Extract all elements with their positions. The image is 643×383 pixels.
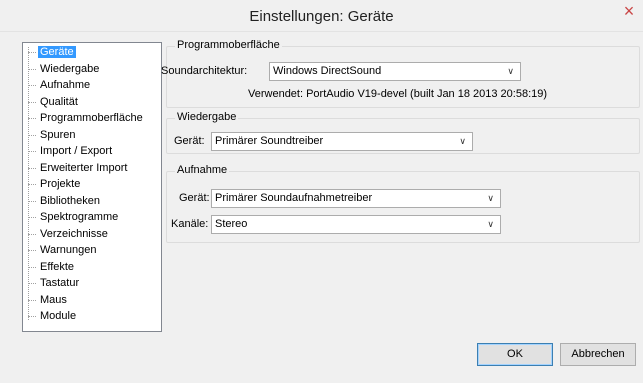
host-select[interactable]: Windows DirectSound ∨ — [269, 62, 521, 81]
tree-item-9[interactable]: Bibliotheken — [23, 193, 161, 210]
tree-item-label: Import / Export — [40, 145, 113, 157]
tree-item-0[interactable]: Geräte — [23, 44, 161, 61]
tree-item-label: Wiedergabe — [40, 62, 100, 75]
tree-item-6[interactable]: Import / Export — [23, 143, 161, 160]
tree-item-11[interactable]: Verzeichnisse — [23, 226, 161, 243]
playback-device-value: Primärer Soundtreiber — [215, 135, 324, 147]
channels-value: Stereo — [215, 218, 248, 230]
tree-item-4[interactable]: Programmoberfläche — [23, 110, 161, 127]
tree-item-label: Aufnahme — [40, 79, 91, 91]
tree-item-label: Spuren — [40, 128, 76, 141]
tree-item-1[interactable]: Wiedergabe — [23, 61, 161, 78]
tree-item-label: Projekte — [40, 178, 81, 190]
tree-item-10[interactable]: Spektrogramme — [23, 209, 161, 226]
tree-item-label: Programmoberfläche — [40, 112, 143, 124]
interface-group-title: Programmoberfläche — [175, 39, 282, 51]
recording-device-value: Primärer Soundaufnahmetreiber — [215, 192, 373, 204]
chevron-down-icon: ∨ — [487, 193, 494, 203]
dialog-body: Geräte Wiedergabe Aufnahme Qualität Programm… — [0, 32, 643, 383]
channels-label: Kanäle: — [171, 218, 209, 230]
playback-group: Wiedergabe Gerät: Primärer Soundtreiber … — [166, 111, 640, 154]
tree-item-label: Spektrogramme — [40, 211, 119, 223]
tree-item-8[interactable]: Projekte — [23, 176, 161, 193]
window-title: Einstellungen: Geräte — [249, 8, 394, 25]
recording-group: Aufnahme Gerät: Primärer Soundaufnahmetr… — [166, 164, 640, 243]
recording-device-select[interactable]: Primärer Soundaufnahmetreiber ∨ — [211, 189, 501, 208]
tree-item-label: Erweiterter Import — [40, 161, 128, 174]
playback-device-label: Gerät: — [174, 135, 205, 147]
recording-device-label: Gerät: — [179, 192, 210, 204]
title-bar: Einstellungen: Geräte × — [0, 0, 643, 32]
tree-item-label: Tastatur — [40, 277, 80, 289]
tree-item-3[interactable]: Qualität — [23, 94, 161, 111]
tree-item-label: Maus — [40, 293, 67, 306]
tree-item-label: Effekte — [40, 260, 75, 273]
chevron-down-icon: ∨ — [507, 66, 514, 76]
playback-device-select[interactable]: Primärer Soundtreiber ∨ — [211, 132, 473, 151]
recording-group-title: Aufnahme — [175, 164, 230, 176]
host-select-value: Windows DirectSound — [273, 65, 382, 77]
using-label: Verwendet: PortAudio V19-devel (built Ja… — [248, 88, 548, 100]
chevron-down-icon: ∨ — [487, 219, 494, 229]
tree-item-label: Warnungen — [40, 244, 97, 256]
tree-item-16[interactable]: Module — [23, 308, 161, 325]
tree-item-5[interactable]: Spuren — [23, 127, 161, 144]
channels-select[interactable]: Stereo ∨ — [211, 215, 501, 234]
tree-item-label: Qualität — [40, 95, 78, 108]
interface-group: Programmoberfläche Soundarchitektur: Win… — [161, 39, 640, 108]
cancel-button[interactable]: Abbrechen — [560, 343, 636, 366]
tree-item-7[interactable]: Erweiterter Import — [23, 160, 161, 177]
playback-group-title: Wiedergabe — [175, 111, 239, 123]
host-label: Soundarchitektur: — [161, 65, 248, 77]
tree-item-2[interactable]: Aufnahme — [23, 77, 161, 94]
close-icon[interactable]: × — [619, 2, 639, 22]
preferences-tree[interactable]: Geräte Wiedergabe Aufnahme Qualität Programm… — [22, 42, 162, 332]
tree-item-14[interactable]: Tastatur — [23, 275, 161, 292]
ok-button[interactable]: OK — [477, 343, 553, 366]
tree-item-13[interactable]: Effekte — [23, 259, 161, 276]
tree-item-label: Module — [40, 310, 77, 322]
tree-item-label: Geräte — [38, 46, 76, 58]
tree-item-15[interactable]: Maus — [23, 292, 161, 309]
chevron-down-icon: ∨ — [459, 136, 466, 146]
tree-item-label: Verzeichnisse — [40, 227, 108, 240]
tree-item-label: Bibliotheken — [40, 194, 100, 207]
tree-item-12[interactable]: Warnungen — [23, 242, 161, 259]
